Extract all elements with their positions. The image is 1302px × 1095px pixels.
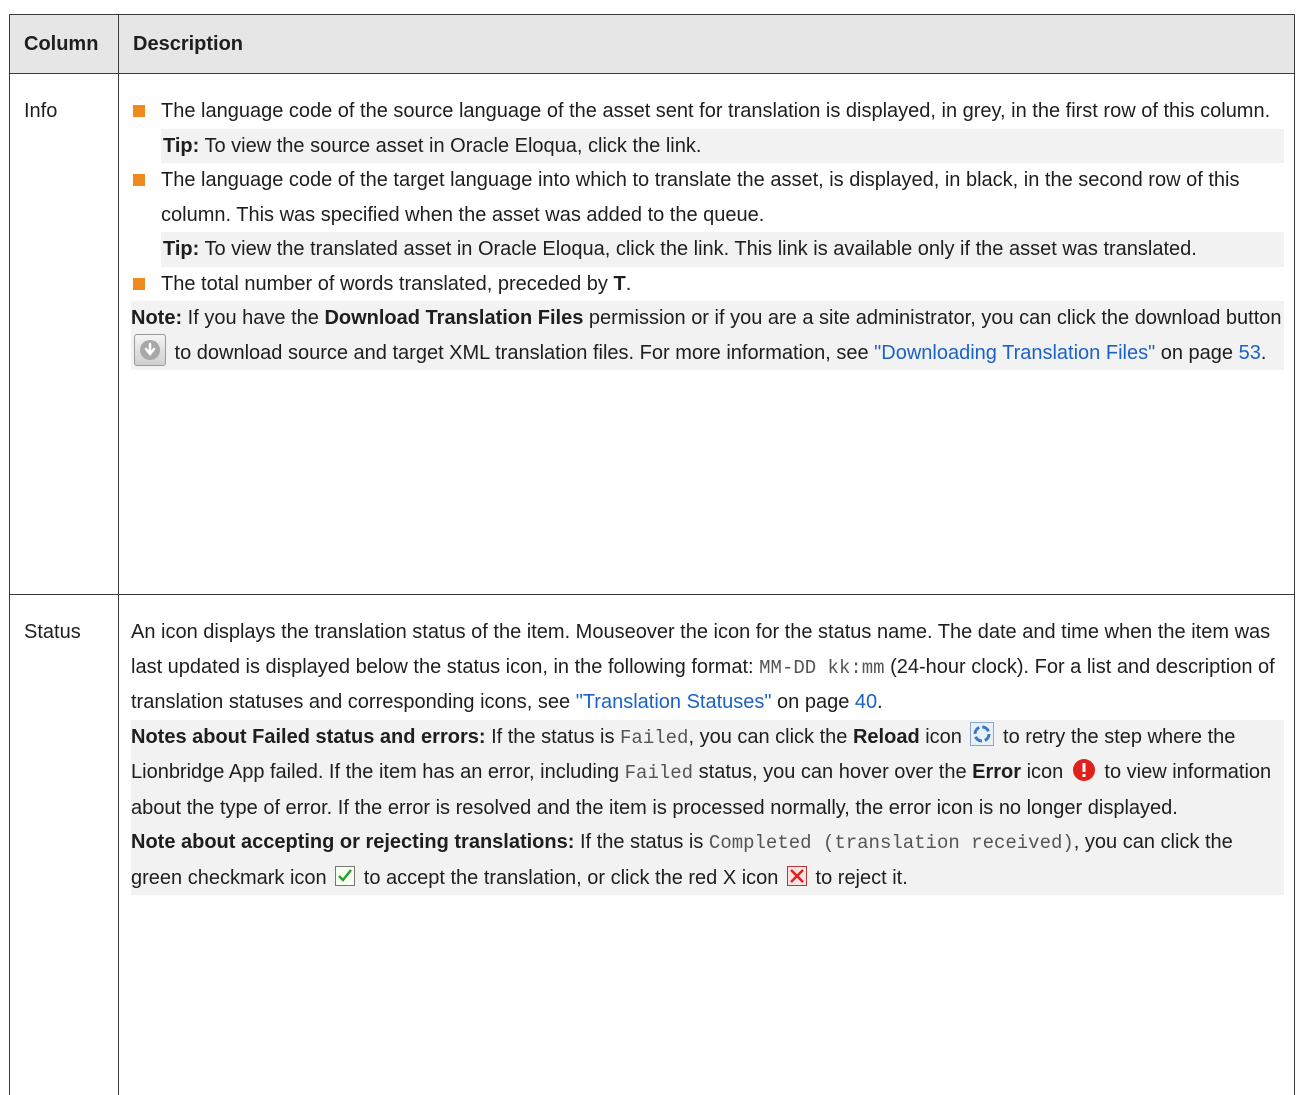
bullet-square-icon [133,278,145,290]
status-column-name: Status [10,595,119,1095]
note-text: icon [920,726,968,748]
tip-text: To view the translated asset in Oracle E… [199,238,1197,260]
info-row: Info The language code of the source lan… [10,74,1295,595]
table-header-row: Column Description [10,15,1295,74]
error-label: Error [972,761,1021,783]
status-description: An icon displays the translation status … [119,595,1295,1095]
bullet-bold: T [613,273,625,295]
bullet-text: The total number of words translated, pr… [161,273,613,295]
bullet-square-icon [133,174,145,186]
note-text: If the status is [574,831,709,853]
column-header: Column [10,15,119,74]
completed-code: Completed (translation received) [709,832,1074,854]
info-description: The language code of the source language… [119,74,1295,595]
description-header: Description [119,15,1295,74]
failed-status-note: Notes about Failed status and errors: If… [131,720,1284,826]
note-text: If the status is [486,726,621,748]
note-text: If you have the [182,307,324,329]
note-text: status, you can hover over the [693,761,972,783]
note-text: to download source and target XML transl… [169,342,874,364]
bullet-square-icon [133,105,145,117]
note-label: Notes about Failed status and errors: [131,726,486,748]
error-icon[interactable] [1072,758,1096,782]
note-text: to accept the translation, or click the … [358,867,784,889]
accept-reject-note: Note about accepting or rejecting transl… [131,825,1284,895]
translation-statuses-link[interactable]: "Translation Statuses" [576,691,772,713]
tip-label: Tip: [163,238,199,260]
note-text: to reject it. [810,867,908,889]
download-button-icon[interactable] [134,334,166,366]
note-bold: Download Translation Files [324,307,583,329]
tip-box: Tip: To view the source asset in Oracle … [161,129,1284,164]
status-row: Status An icon displays the translation … [10,595,1295,1095]
note-text: icon [1021,761,1069,783]
failed-code: Failed [625,762,693,784]
info-column-name: Info [10,74,119,595]
tip-box: Tip: To view the translated asset in Ora… [161,232,1284,267]
bullet-text: The language code of the source language… [161,100,1270,122]
downloading-translation-files-link[interactable]: "Downloading Translation Files" [874,342,1155,364]
bullet-end: . [626,273,632,295]
red-x-icon[interactable] [787,866,807,886]
list-item: The language code of the target language… [131,163,1284,232]
note-end: . [1261,342,1267,364]
green-checkmark-icon[interactable] [335,866,355,886]
note-text: , you can click the [688,726,853,748]
reload-icon[interactable] [970,722,994,746]
note-box: Note: If you have the Download Translati… [131,301,1284,370]
page-link[interactable]: 53 [1239,342,1261,364]
tip-text: To view the source asset in Oracle Eloqu… [199,135,701,157]
note-label: Note about accepting or rejecting transl… [131,831,574,853]
paragraph-end: . [877,691,883,713]
page-link[interactable]: 40 [855,691,877,713]
reload-label: Reload [853,726,920,748]
note-label: Note: [131,307,182,329]
list-item: The total number of words translated, pr… [131,267,1284,302]
tip-label: Tip: [163,135,199,157]
failed-code: Failed [620,727,688,749]
note-text: on page [1155,342,1238,364]
note-text: permission or if you are a site administ… [583,307,1281,329]
status-paragraph: An icon displays the translation status … [131,615,1284,720]
paragraph-text: on page [772,691,855,713]
bullet-text: The language code of the target language… [161,169,1239,226]
list-item: The language code of the source language… [131,94,1284,129]
date-format-code: MM-DD kk:mm [759,657,884,679]
column-description-table: Column Description Info The language cod… [9,14,1295,1095]
